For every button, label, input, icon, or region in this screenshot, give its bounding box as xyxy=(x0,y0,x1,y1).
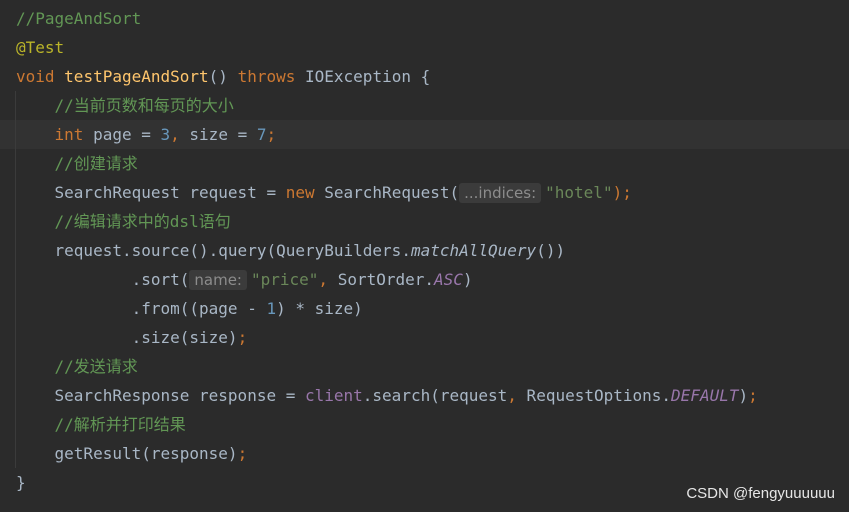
code-text: .size(size) xyxy=(131,328,238,347)
comment: //解析并打印结果 xyxy=(54,415,186,434)
comment: //发送请求 xyxy=(54,357,138,376)
method-name: testPageAndSort xyxy=(64,67,209,86)
code-text: ) xyxy=(462,270,473,289)
string-literal: "price" xyxy=(250,270,319,289)
indent-guide xyxy=(15,178,16,207)
semicolon: ; xyxy=(237,444,248,463)
code-text: SearchRequest( xyxy=(314,183,460,202)
semicolon: ; xyxy=(237,328,248,347)
parameter-hint: name: xyxy=(189,270,247,290)
code-line-7[interactable]: SearchRequest request = new SearchReques… xyxy=(0,178,849,207)
semicolon: ; xyxy=(266,125,277,144)
code-line-16[interactable]: getResult(response); xyxy=(0,439,849,468)
parameter-hint: ...indices: xyxy=(459,183,542,203)
comment: //PageAndSort xyxy=(16,9,142,28)
indent-guide xyxy=(15,207,16,236)
field-reference: client xyxy=(304,386,363,405)
code-text: () xyxy=(208,67,238,86)
keyword-void: void xyxy=(16,67,55,86)
indent-guide xyxy=(15,294,16,323)
code-text: SearchRequest request = xyxy=(54,183,286,202)
indent-guide xyxy=(15,149,16,178)
indent-guide xyxy=(15,91,16,120)
indent-guide xyxy=(15,236,16,265)
code-line-2[interactable]: @Test xyxy=(0,33,849,62)
indent-guide xyxy=(15,352,16,381)
indent-guide xyxy=(15,410,16,439)
annotation: @Test xyxy=(16,38,65,57)
code-text: .sort( xyxy=(131,270,190,289)
static-field: DEFAULT xyxy=(671,386,739,405)
code-line-6[interactable]: //创建请求 xyxy=(0,149,849,178)
code-text: getResult(response) xyxy=(54,444,238,463)
code-text: IOException { xyxy=(295,67,431,86)
code-text: page = xyxy=(83,125,161,144)
comment: //当前页数和每页的大小 xyxy=(54,96,234,115)
comma: , xyxy=(507,386,517,405)
code-line-13[interactable]: //发送请求 xyxy=(0,352,849,381)
static-field: ASC xyxy=(434,270,463,289)
keyword-throws: throws xyxy=(237,67,296,86)
code-line-11[interactable]: .from((page - 1) * size) xyxy=(0,294,849,323)
code-text: ) xyxy=(738,386,749,405)
code-text: ()) xyxy=(536,241,566,260)
static-method-call: matchAllQuery xyxy=(410,241,537,260)
indent-guide xyxy=(15,381,16,410)
semicolon: ; xyxy=(748,386,758,405)
string-literal: "hotel" xyxy=(545,183,613,202)
code-editor[interactable]: //PageAndSort @Test void testPageAndSort… xyxy=(0,4,849,497)
indent-guide xyxy=(15,323,16,352)
code-line-10[interactable]: .sort(name: "price", SortOrder.ASC) xyxy=(0,265,849,294)
code-text: ); xyxy=(612,183,632,202)
indent-guide xyxy=(15,439,16,468)
code-text: .from((page - xyxy=(131,299,267,318)
number-literal: 3 xyxy=(160,125,171,144)
code-line-12[interactable]: .size(size); xyxy=(0,323,849,352)
comma: , xyxy=(170,125,180,144)
code-text: SearchResponse response = xyxy=(54,386,305,405)
code-text: ) * size) xyxy=(276,299,363,318)
comment: //编辑请求中的dsl语句 xyxy=(54,212,231,231)
indent-guide xyxy=(15,120,16,149)
code-line-15[interactable]: //解析并打印结果 xyxy=(0,410,849,439)
code-line-14[interactable]: SearchResponse response = client.search(… xyxy=(0,381,849,410)
indent-guide xyxy=(15,265,16,294)
code-line-3[interactable]: void testPageAndSort() throws IOExceptio… xyxy=(0,62,849,91)
number-literal: 1 xyxy=(266,299,277,318)
code-line-4[interactable]: //当前页数和每页的大小 xyxy=(0,91,849,120)
code-line-8[interactable]: //编辑请求中的dsl语句 xyxy=(0,207,849,236)
code-text: size = xyxy=(179,125,257,144)
watermark: CSDN @fengyuuuuuu xyxy=(686,485,835,502)
code-text: RequestOptions. xyxy=(516,386,672,405)
keyword-new: new xyxy=(285,183,315,202)
comma: , xyxy=(318,270,329,289)
code-line-5-current[interactable]: int page = 3, size = 7; xyxy=(0,120,849,149)
keyword-int: int xyxy=(54,125,84,144)
code-text: .search(request xyxy=(362,386,508,405)
code-text: SortOrder. xyxy=(328,270,435,289)
code-text: request.source().query(QueryBuilders. xyxy=(54,241,411,260)
code-line-9[interactable]: request.source().query(QueryBuilders.mat… xyxy=(0,236,849,265)
closing-brace: } xyxy=(16,473,26,492)
comment: //创建请求 xyxy=(54,154,138,173)
code-line-1[interactable]: //PageAndSort xyxy=(0,4,849,33)
